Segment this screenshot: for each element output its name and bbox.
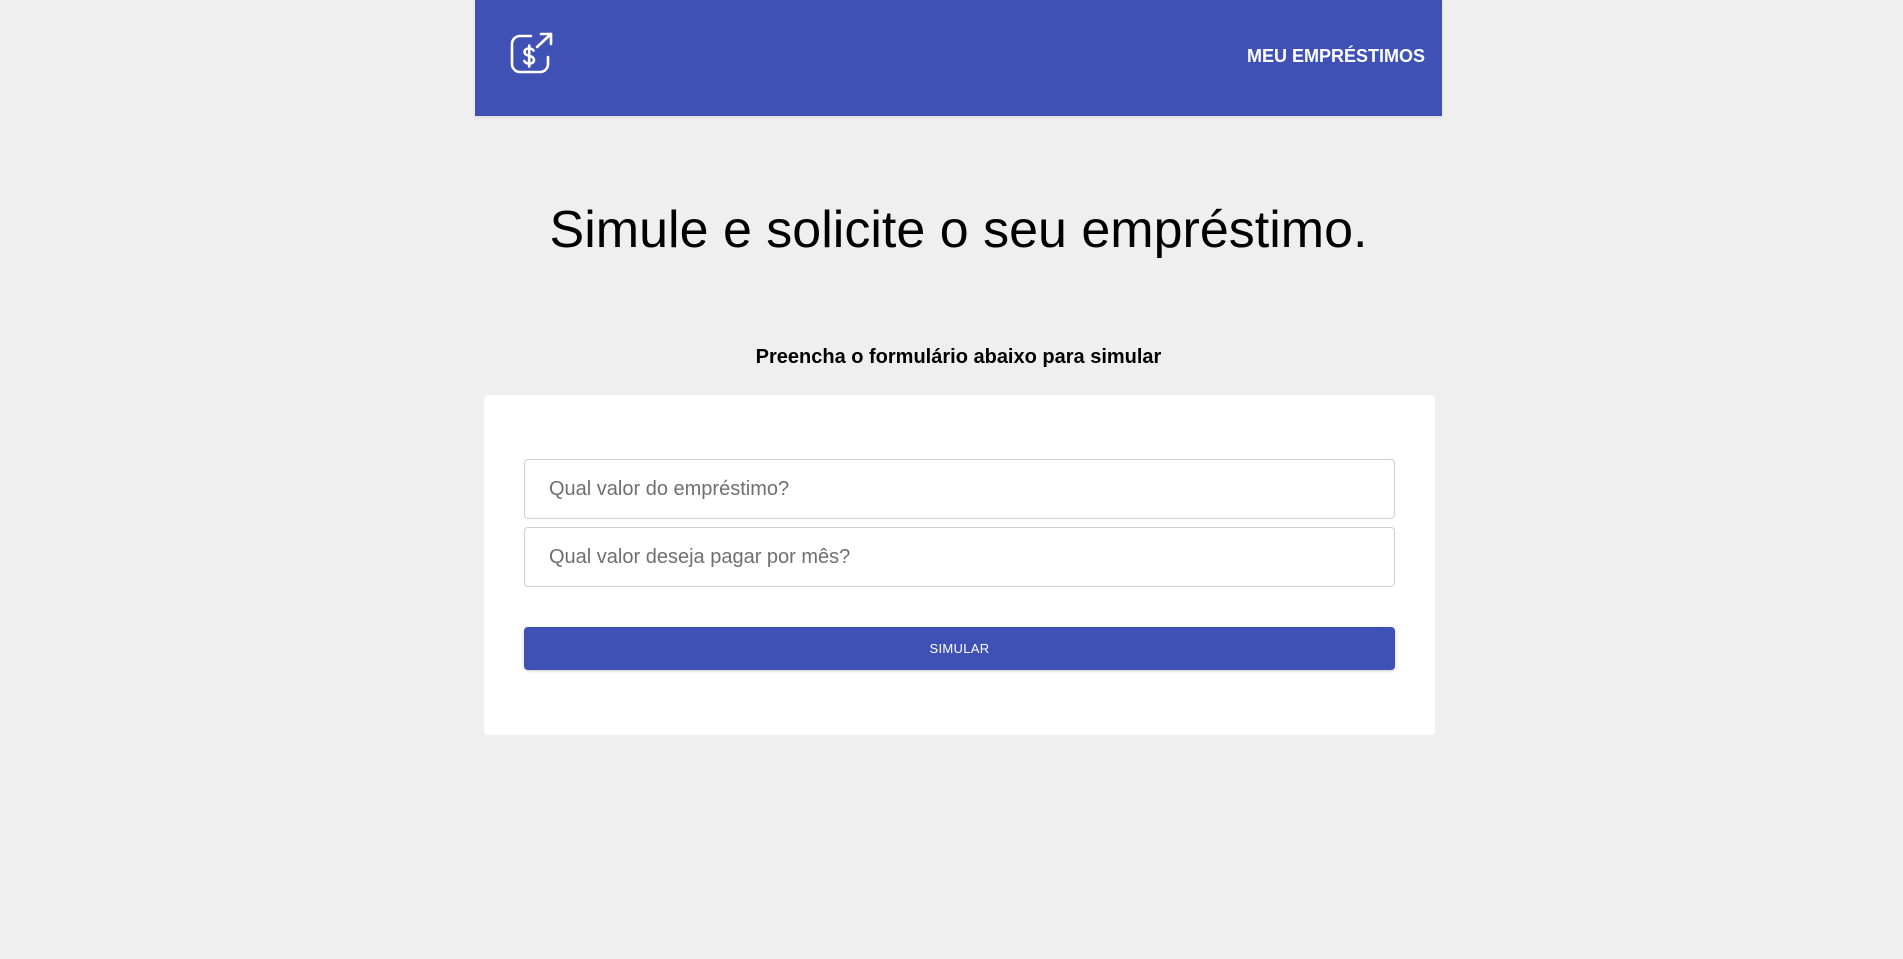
page-title: Simule e solicite o seu empréstimo. bbox=[549, 201, 1368, 259]
page-wrapper: MEU EMPRÉSTIMOS Simule e solicite o seu … bbox=[475, 0, 1442, 735]
app-header: MEU EMPRÉSTIMOS bbox=[475, 0, 1442, 116]
simulate-button[interactable]: SIMULAR bbox=[524, 627, 1395, 670]
simulation-form-card: SIMULAR bbox=[484, 395, 1435, 735]
loan-amount-input[interactable] bbox=[524, 459, 1395, 519]
form-instructions: Preencha o formulário abaixo para simula… bbox=[755, 346, 1162, 368]
dollar-transfer-icon[interactable] bbox=[509, 32, 555, 76]
nav-my-loans-link[interactable]: MEU EMPRÉSTIMOS bbox=[1247, 0, 1425, 112]
monthly-payment-input[interactable] bbox=[524, 527, 1395, 587]
